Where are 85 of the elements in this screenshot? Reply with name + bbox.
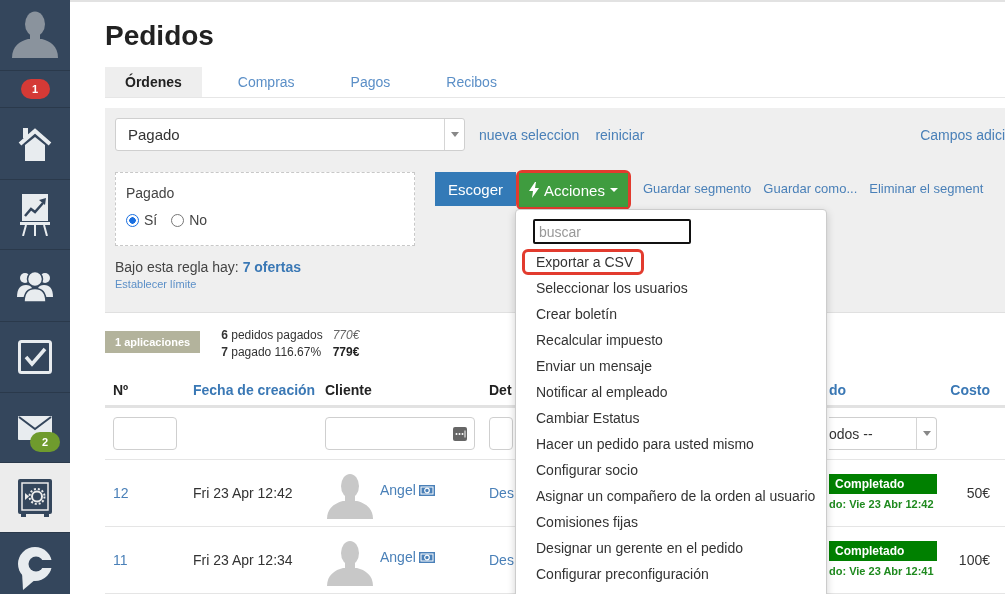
radio-button[interactable]	[126, 213, 139, 227]
lightning-icon	[529, 182, 540, 198]
tab[interactable]: Órdenes	[105, 67, 202, 97]
menu-item[interactable]: Notificar al empleado	[525, 382, 676, 402]
menu-item[interactable]: Designar un gerente en el pedido	[525, 538, 752, 558]
summary-amount: 770€	[332, 327, 360, 344]
menu-item[interactable]: Exportar a CSV	[525, 252, 642, 272]
menu-item[interactable]: Cambiar Estatus	[525, 408, 648, 428]
status-note: do: Vie 23 Abr 12:41	[829, 563, 935, 579]
segment-link[interactable]: Guardar como...	[763, 172, 858, 206]
column-header[interactable]: Costo	[950, 382, 990, 398]
table-cell: 100€	[958, 552, 990, 568]
banknote-icon[interactable]	[418, 484, 435, 496]
column-header: Det	[489, 382, 512, 398]
tab[interactable]: Recibos	[426, 67, 517, 97]
home-icon	[17, 125, 53, 162]
ellipsis-icon[interactable]	[453, 426, 467, 441]
nav-item[interactable]	[0, 463, 70, 533]
segment-link[interactable]: Eliminar el segment	[869, 172, 984, 206]
rule-summary: Bajo esta regla hay: 7 ofertas	[115, 258, 301, 277]
banknote-icon[interactable]	[418, 551, 435, 563]
nav-item[interactable]: 2	[0, 393, 70, 463]
filter-field[interactable]	[113, 417, 177, 450]
menu-item[interactable]: Recalcular impuesto	[525, 330, 671, 350]
tab[interactable]: Pagos	[330, 67, 411, 97]
limit-link[interactable]: Establecer límite	[115, 277, 197, 291]
summary-amount: 779€	[332, 344, 360, 361]
detail-link[interactable]: Des	[489, 485, 514, 501]
column-header: Nº	[113, 382, 129, 398]
order-link[interactable]: 11	[113, 552, 128, 568]
avatar-icon	[11, 10, 59, 58]
count-badge: 1	[20, 79, 50, 99]
client-link[interactable]: Angel	[380, 549, 416, 565]
menu-item[interactable]: Configurar preconfiguración	[525, 564, 717, 584]
menu-item[interactable]: Crear boletín	[525, 304, 625, 324]
actions-button[interactable]: Acciones	[519, 173, 628, 207]
choose-button[interactable]: Escoger	[435, 172, 517, 206]
menu-item[interactable]: Comisiones fijas	[525, 512, 646, 532]
table-cell: 50€	[966, 485, 990, 501]
segment-link[interactable]: Guardar segmento	[642, 172, 752, 206]
menu-item[interactable]: Enviar un mensaje	[525, 356, 660, 376]
filter-field[interactable]	[489, 417, 513, 450]
segment-select[interactable]: Pagado	[115, 118, 465, 151]
status-note: do: Vie 23 Abr 12:42	[829, 496, 935, 512]
filter-link[interactable]: reiniciar	[595, 126, 645, 143]
chat-logo-icon	[17, 546, 53, 590]
nav-item[interactable]: 1	[0, 71, 70, 108]
detail-link[interactable]: Des	[489, 552, 514, 568]
search-field[interactable]: buscar	[533, 219, 691, 244]
condition-label: Pagado	[126, 184, 175, 203]
safe-icon	[18, 478, 52, 517]
users-icon	[17, 269, 53, 302]
order-link[interactable]: 12	[113, 485, 129, 501]
page-title: Pedidos	[105, 19, 214, 53]
filter-field[interactable]	[325, 417, 475, 450]
applications-badge: 1 aplicaciones	[105, 331, 201, 353]
menu-item[interactable]: Asignar un compañero de la orden al usuario	[525, 486, 824, 506]
radio-label: No	[189, 212, 208, 228]
tab[interactable]: Compras	[217, 67, 315, 97]
checkbox-icon	[18, 340, 52, 374]
menu-item[interactable]: Configurar socio	[525, 460, 646, 480]
caret-icon	[450, 132, 459, 137]
filter-link[interactable]: nueva seleccion	[479, 126, 580, 143]
caret-icon	[922, 431, 931, 436]
caret-icon	[609, 188, 618, 192]
status-badge: Completado	[829, 540, 937, 561]
summary-text: 7 pagado 116.67%	[221, 344, 323, 361]
menu-item[interactable]: Seleccionar los usuarios	[525, 278, 696, 298]
extra-fields-link[interactable]: Campos adici	[920, 126, 1005, 143]
table-cell: Fri 23 Apr 12:42	[193, 485, 293, 501]
client-link[interactable]: Angel	[380, 482, 416, 498]
summary-text: 6 pedidos pagados	[221, 327, 323, 344]
count-badge: 2	[30, 432, 60, 452]
menu-item[interactable]: Hacer un pedido para usted mismo	[525, 434, 762, 454]
avatar-silhouette	[327, 540, 373, 586]
column-header[interactable]: Fecha de creación	[193, 382, 316, 398]
avatar-silhouette	[327, 473, 373, 519]
radio-button[interactable]	[171, 213, 185, 227]
column-header: Cliente	[325, 382, 372, 398]
radio-label: Sí	[144, 212, 158, 228]
chart-board-icon	[20, 193, 50, 236]
table-cell: Fri 23 Apr 12:34	[193, 552, 293, 568]
filter-select[interactable]: odos --	[829, 417, 937, 450]
column-header[interactable]: do	[829, 382, 847, 398]
status-badge: Completado	[829, 473, 937, 494]
